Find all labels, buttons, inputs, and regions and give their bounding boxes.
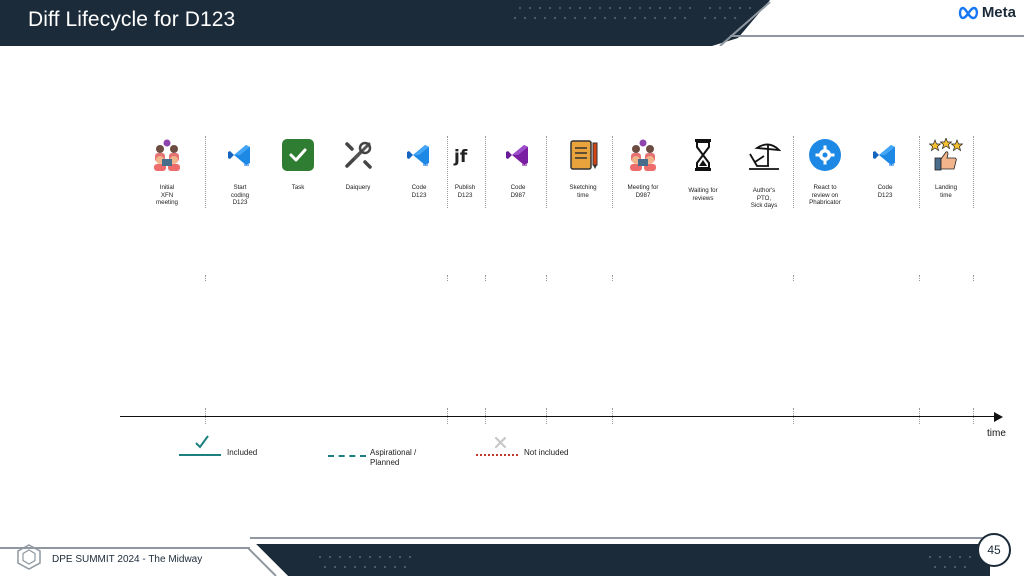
timeline-item-meeting-for-d987: Meeting for D987 [618, 138, 668, 199]
vscode-icon: ∞ [404, 140, 434, 170]
time-axis-arrow [994, 412, 1003, 422]
timeline-item-publish-d123: jf Publish D123 [440, 138, 490, 199]
separator [973, 275, 974, 281]
page-number: 45 [977, 533, 1011, 567]
green-check-task-icon [282, 139, 314, 171]
time-axis [120, 416, 996, 417]
svg-text:∞: ∞ [522, 162, 527, 169]
timeline-item-label: Initial XFN meeting [155, 184, 178, 206]
separator [485, 275, 486, 281]
separator [919, 275, 920, 281]
timeline-item-label: Code D123 [411, 184, 427, 199]
legend-not-included-label: Not included [524, 448, 569, 457]
separator [447, 275, 448, 281]
beach-chair-icon [749, 143, 781, 170]
separator [546, 275, 547, 281]
tools-icon [345, 141, 372, 169]
legend-aspirational-label: Aspirational / Planned [370, 448, 417, 467]
timeline-item-label: Sketching time [569, 184, 597, 199]
vscode-icon: ∞ [225, 140, 255, 170]
x-mark-icon [494, 436, 507, 449]
notebook-icon [570, 140, 598, 170]
separator [793, 275, 794, 281]
separator [612, 136, 613, 208]
phabricator-gear-icon [809, 139, 841, 171]
timeline-item-code-d987: ∞ Code D987 [493, 138, 543, 199]
timeline-item-daiquery: Daiquery [333, 138, 383, 192]
timeline-item-label: Author's PTO, Sick days [750, 187, 778, 209]
timeline-item-label: Code D987 [510, 184, 526, 199]
timeline-item-label: React to review on Phabricator [809, 184, 841, 206]
team-meeting-icon [630, 139, 656, 171]
legend-dotted-line [476, 454, 518, 456]
timeline-item-waiting-for-reviews: Waiting for reviews [678, 138, 728, 202]
thumbs-up-stars-icon [929, 138, 963, 171]
separator [205, 275, 206, 281]
timeline-item-start-coding-d123: ∞ Start coding D123 [215, 138, 265, 207]
timeline-item-label: Task [291, 184, 305, 191]
jf-icon: jf [453, 147, 468, 167]
separator [612, 275, 613, 281]
timeline-item-label: Publish D123 [454, 184, 476, 199]
timeline-item-code-d123: ∞ Code D123 [394, 138, 444, 199]
svg-text:∞: ∞ [244, 162, 249, 169]
timeline-item-label: Waiting for reviews [688, 187, 718, 202]
separator [919, 136, 920, 208]
hourglass-icon [695, 139, 711, 171]
timeline-item-task: Task [273, 138, 323, 192]
svg-text:∞: ∞ [889, 162, 894, 169]
timeline-item-label: Start coding D123 [230, 184, 250, 206]
svg-text:∞: ∞ [423, 162, 428, 169]
slide-title: Diff Lifecycle for D123 [28, 8, 236, 31]
legend-solid-line [179, 454, 221, 456]
footer-event-name: DPE SUMMIT 2024 - The Midway [52, 554, 203, 565]
team-meeting-icon [154, 139, 180, 171]
dpe-hexagon-logo-icon [17, 544, 41, 570]
time-axis-label: time [987, 428, 1006, 439]
separator [205, 136, 206, 208]
timeline-item-code-d123-2: ∞ Code D123 [860, 138, 910, 199]
timeline-item-authors-pto: Author's PTO, Sick days [739, 138, 789, 210]
separator [973, 136, 974, 208]
timeline-item-initial-xfn-meeting: Initial XFN meeting [142, 138, 192, 207]
svg-text:jf: jf [453, 147, 468, 167]
timeline-item-label: Code D123 [877, 184, 893, 199]
timeline-item-label: Daiquery [345, 184, 371, 191]
timeline-item-sketching-time: Sketching time [558, 138, 608, 199]
legend-included-label: Included [227, 448, 258, 457]
meta-logo: Meta [958, 4, 1016, 21]
separator [546, 136, 547, 208]
legend-dashed-line [328, 455, 366, 457]
vscode-icon: ∞ [870, 140, 900, 170]
separator [793, 136, 794, 208]
timeline-item-landing-time: Landing time [921, 138, 971, 199]
check-icon [195, 435, 209, 449]
timeline-item-label: Meeting for D987 [627, 184, 659, 199]
meta-logo-text: Meta [981, 4, 1016, 21]
meta-infinity-icon [958, 6, 978, 19]
timeline-item-react-to-review: React to review on Phabricator [800, 138, 850, 207]
timeline-item-label: Landing time [934, 184, 958, 199]
visual-studio-icon: ∞ [503, 140, 533, 170]
